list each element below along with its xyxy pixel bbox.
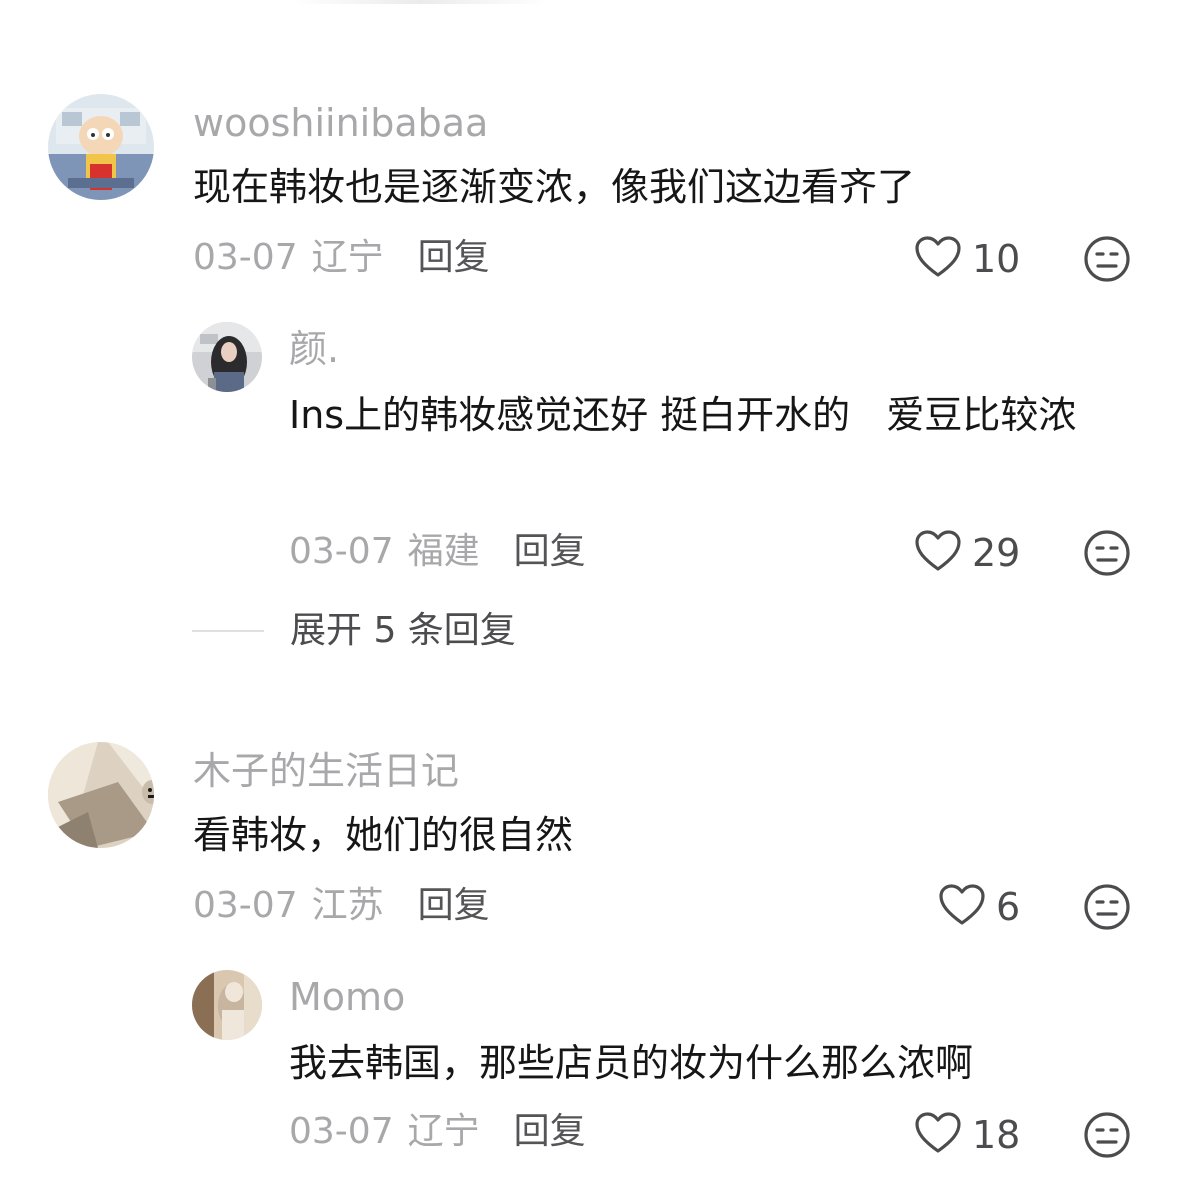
reply-text: 我去韩国，那些店员的妆为什么那么浓啊 [289, 1041, 974, 1085]
reply-button[interactable]: 回复 [514, 530, 586, 574]
reply-text: Ins上的韩妆感觉还好 挺白开水的 爱豆比较浓 [289, 393, 1077, 437]
avatar[interactable] [48, 742, 154, 848]
meh-face-icon [1083, 530, 1131, 581]
comment-location: 江苏 [311, 885, 384, 926]
avatar[interactable] [48, 94, 154, 200]
reply-button[interactable]: 回复 [418, 236, 490, 280]
reply-meta: 03-07 辽宁 回复 [289, 1110, 586, 1154]
avatar[interactable] [192, 322, 262, 392]
expand-divider [192, 630, 264, 632]
heart-outline-icon [914, 235, 962, 283]
like-count: 29 [972, 531, 1021, 575]
reply-button[interactable]: 回复 [418, 884, 490, 928]
like-button[interactable]: 18 [914, 1110, 1020, 1160]
comment-meta: 03-07 江苏 回复 [193, 884, 490, 928]
like-count: 10 [972, 237, 1021, 281]
heart-outline-icon [914, 1111, 962, 1159]
comment-meta: 03-07 辽宁 回复 [193, 236, 490, 280]
comment-location: 辽宁 [311, 237, 384, 278]
username[interactable]: wooshiinibabaa [193, 100, 488, 146]
dislike-button[interactable] [1083, 1111, 1131, 1159]
like-button[interactable]: 10 [914, 234, 1020, 284]
reply-date: 03-07 [289, 531, 394, 572]
reply-meta: 03-07 福建 回复 [289, 530, 586, 574]
comment-text: 现在韩妆也是逐渐变浓，像我们这边看齐了 [193, 165, 916, 209]
username[interactable]: 木子的生活日记 [193, 748, 459, 794]
like-count: 18 [972, 1113, 1021, 1157]
heart-outline-icon [938, 883, 986, 931]
reply-date: 03-07 [289, 1111, 394, 1152]
meh-face-icon [1083, 884, 1131, 935]
previous-comment-fragment [290, 0, 550, 4]
like-button[interactable]: 29 [914, 528, 1020, 578]
username[interactable]: 颜. [289, 326, 339, 372]
meh-face-icon [1083, 1112, 1131, 1163]
like-count: 6 [996, 885, 1021, 929]
expand-replies-button[interactable]: 展开 5 条回复 [290, 608, 516, 654]
heart-outline-icon [914, 529, 962, 577]
comment-date: 03-07 [193, 885, 298, 926]
username[interactable]: Momo [289, 974, 405, 1020]
dislike-button[interactable] [1083, 883, 1131, 931]
avatar[interactable] [192, 970, 262, 1040]
dislike-button[interactable] [1083, 235, 1131, 283]
reply-location: 辽宁 [407, 1111, 480, 1152]
meh-face-icon [1083, 236, 1131, 287]
comment-date: 03-07 [193, 237, 298, 278]
dislike-button[interactable] [1083, 529, 1131, 577]
like-button[interactable]: 6 [938, 882, 1020, 932]
reply-location: 福建 [407, 531, 480, 572]
comment-text: 看韩妆，她们的很自然 [193, 813, 574, 857]
reply-button[interactable]: 回复 [514, 1110, 586, 1154]
